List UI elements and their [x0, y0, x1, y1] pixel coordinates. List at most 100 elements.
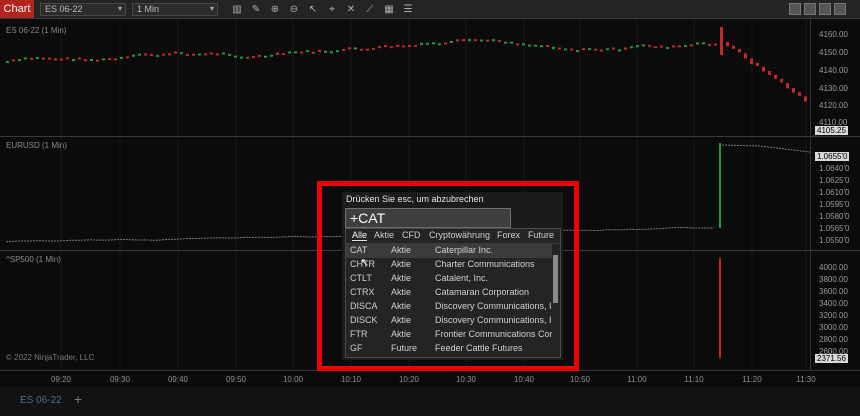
es-candle [174, 51, 177, 54]
es-candle [738, 48, 741, 53]
es-candle [162, 53, 165, 56]
es-candle [438, 43, 441, 46]
es-candle [792, 88, 795, 93]
es-candle [804, 96, 807, 102]
instrument-results-list: Alle Aktie CFD Cryptowährung Forex Futur… [345, 228, 561, 358]
instrument-search-input[interactable] [345, 208, 511, 228]
es-candle [6, 60, 9, 63]
price-label: 3400.00 [819, 299, 848, 308]
es-candle [432, 42, 435, 45]
es-candle [510, 41, 513, 44]
price-label: 1.0565'0 [819, 224, 850, 233]
result-row[interactable]: GF Future Feeder Cattle Futures [346, 342, 552, 356]
es-candle [630, 46, 633, 49]
sp500-spike [719, 258, 721, 358]
panel-label-sp500: ^SP500 (1 Min) [6, 255, 61, 264]
time-axis[interactable]: 09:20 09:30 09:40 09:50 10:00 10:10 10:2… [0, 370, 860, 387]
es-candle [300, 51, 303, 54]
price-label: 3800.00 [819, 275, 848, 284]
es-candle [636, 45, 639, 48]
es-candle [246, 56, 249, 59]
es-candle [534, 44, 537, 47]
es-candle [264, 55, 267, 58]
price-label: 1.0610'0 [819, 188, 850, 197]
current-price-label: 4105.25 [815, 126, 848, 135]
eurusd-spike [719, 143, 721, 228]
filter-tab-forex[interactable]: Forex [497, 230, 520, 240]
es-candle [138, 53, 141, 56]
result-name: Discovery Communications, Inc. [435, 315, 552, 325]
filter-tab-future[interactable]: Future [528, 230, 554, 240]
results-scrollbar[interactable] [553, 255, 558, 303]
es-candle [498, 39, 501, 42]
chart-instrument-tab[interactable]: ES 06-22 [20, 395, 62, 406]
panel-divider[interactable] [0, 136, 860, 137]
result-row[interactable]: DISCK Aktie Discovery Communications, In… [346, 314, 552, 328]
es-candle [462, 39, 465, 42]
result-type: Aktie [391, 259, 412, 269]
result-symbol: GF [350, 343, 363, 353]
filter-tab-stock[interactable]: Aktie [374, 230, 394, 240]
es-candle [108, 58, 111, 61]
es-candle [90, 59, 93, 62]
es-candle [276, 52, 279, 55]
es-candle [540, 45, 543, 48]
es-candle [456, 39, 459, 42]
result-name: Caterpillar Inc. [435, 245, 494, 255]
es-candle [468, 39, 471, 42]
price-label: 1.0625'0 [819, 176, 850, 185]
add-tab-icon[interactable]: + [74, 391, 82, 407]
price-label: 3600.00 [819, 287, 848, 296]
es-candle [228, 53, 231, 56]
result-type: Aktie [391, 287, 412, 297]
time-label: 11:00 [627, 375, 647, 384]
es-candle [114, 58, 117, 61]
time-label: 10:30 [455, 375, 477, 384]
es-candle [720, 27, 723, 55]
result-type: Aktie [391, 301, 412, 311]
es-candle [696, 42, 699, 45]
result-row[interactable]: DISCA Aktie Discovery Communications, In… [346, 300, 552, 314]
es-candle [756, 62, 759, 67]
es-candle [330, 51, 333, 54]
es-candle [156, 54, 159, 57]
price-label: 1.0595'0 [819, 200, 850, 209]
time-label: 11:30 [796, 375, 816, 384]
result-row[interactable]: CHTR Aktie Charter Communications [346, 258, 552, 272]
time-label: 11:10 [684, 375, 704, 384]
search-hint: Drücken Sie esc, um abzubrechen [346, 194, 484, 204]
es-candle [750, 58, 753, 65]
es-candle [210, 52, 213, 55]
es-candle [36, 57, 39, 60]
es-candle [582, 48, 585, 51]
tab-bar: ES 06-22 + [0, 387, 860, 416]
es-candle [486, 39, 489, 42]
es-candle [504, 41, 507, 44]
filter-tab-crypto[interactable]: Cryptowährung [429, 230, 490, 240]
es-candle [690, 44, 693, 47]
es-candle [270, 54, 273, 57]
result-row[interactable]: CTLT Aktie Catalent, Inc. [346, 272, 552, 286]
result-symbol: DISCK [350, 315, 378, 325]
es-candle [714, 43, 717, 46]
es-candle [240, 56, 243, 59]
result-row[interactable]: CAT Aktie Caterpillar Inc. ↖ [346, 244, 552, 269]
price-label: 4000.00 [819, 263, 848, 272]
es-candle [60, 58, 63, 61]
filter-tab-all[interactable]: Alle [352, 230, 368, 241]
result-type: Aktie [391, 315, 412, 325]
time-label: 09:40 [167, 375, 189, 384]
es-candle [96, 59, 99, 62]
es-candle [480, 39, 483, 42]
result-type: Aktie [391, 329, 412, 339]
price-label: 3000.00 [819, 323, 848, 332]
current-price-label: 2371.56 [815, 354, 848, 363]
result-row[interactable]: CTRX Aktie Catamaran Corporation [346, 286, 552, 300]
time-label: 09:30 [109, 375, 131, 384]
result-row[interactable]: FTR Aktie Frontier Communications Corp [346, 328, 552, 342]
result-symbol: CTLT [350, 273, 372, 283]
price-axis[interactable]: 4160.00 4150.00 4140.00 4130.00 4120.00 … [810, 18, 860, 370]
es-candle [204, 53, 207, 56]
filter-tab-cfd[interactable]: CFD [402, 230, 421, 240]
result-symbol: CAT [350, 245, 368, 255]
